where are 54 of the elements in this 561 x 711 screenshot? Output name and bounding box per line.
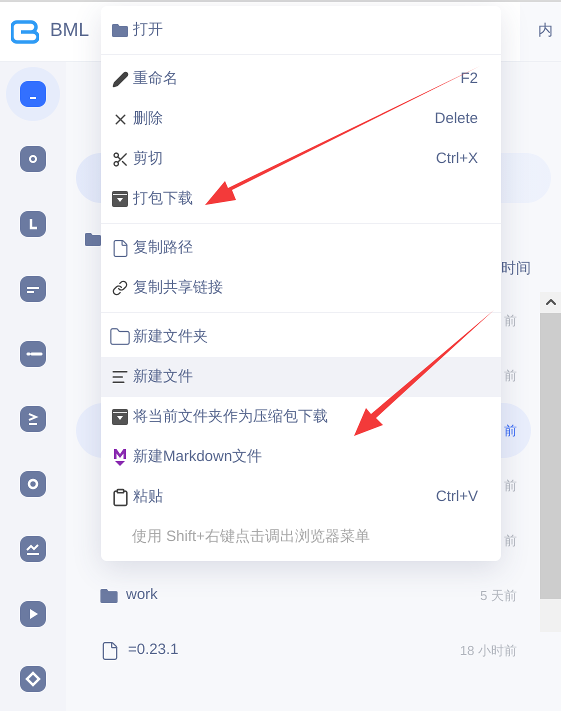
file-name: work [126,585,158,606]
menu-item[interactable]: 复制路径 [101,228,501,268]
menu-item[interactable]: 粘贴 Ctrl+V [101,477,501,517]
menu-item[interactable]: 打开 [101,10,501,50]
modified-time: 18 小时前 [460,642,517,660]
menu-item[interactable]: 新建文件 [101,357,501,397]
shortcut: Ctrl+X [436,148,478,169]
nav-icon [20,406,46,432]
folder-icon [109,326,131,348]
menu-item[interactable]: 新建Markdown文件 [101,437,501,477]
menu-item[interactable]: 将当前文件夹作为压缩包下载 [101,397,501,437]
menu-item[interactable]: 剪切 Ctrl+X [101,139,501,179]
nav-icon [20,601,46,627]
file-row[interactable]: =0.23.1 18 小时前 [76,623,531,678]
app-name: BML [50,19,90,44]
menu-item[interactable]: 打包下载 [101,179,501,219]
menu-hint: 使用 Shift+右键点击调出浏览器菜单 [132,526,370,547]
nav-icon [20,146,46,172]
link-icon [112,280,128,296]
pencil-icon [112,70,128,88]
file-icon [110,238,130,258]
nav-icon [20,666,46,692]
shortcut: F2 [460,68,478,89]
markdown-icon [113,448,127,466]
file-name: =0.23.1 [128,640,178,660]
folder-icon [85,233,101,246]
archive-download-icon [112,191,128,207]
modified-time: 前 [504,422,517,440]
menu-item[interactable]: 重命名 F2 [101,59,501,99]
nav-icon [20,341,46,367]
shortcut: Delete [434,108,478,129]
folder-icon [100,588,118,602]
text-lines-icon [111,368,129,386]
menu-item[interactable]: 新建文件夹 [101,317,501,357]
menu-item[interactable]: 复制共享链接 [101,268,501,308]
file-row[interactable]: work 5 天前 [76,568,531,623]
clipboard-icon [110,488,130,506]
nav-icon [20,211,46,237]
scrollbar-thumb[interactable] [540,313,561,599]
scrollbar[interactable] [540,292,561,632]
nav-icon [20,276,46,302]
scissors-icon [112,150,128,168]
modified-time: 5 天前 [480,586,517,605]
nav-icon [20,536,46,562]
menu-item[interactable]: 删除 Delete [101,99,501,139]
column-header: 时间 [501,258,531,279]
folder-icon [112,24,128,36]
nav-icon [20,81,46,107]
file-icon [100,640,120,660]
logo-icon [11,20,39,44]
nav-icon [20,471,46,497]
kernel-tab[interactable]: 内 [520,2,561,61]
archive-download-icon [112,409,128,425]
shortcut: Ctrl+V [436,486,478,507]
